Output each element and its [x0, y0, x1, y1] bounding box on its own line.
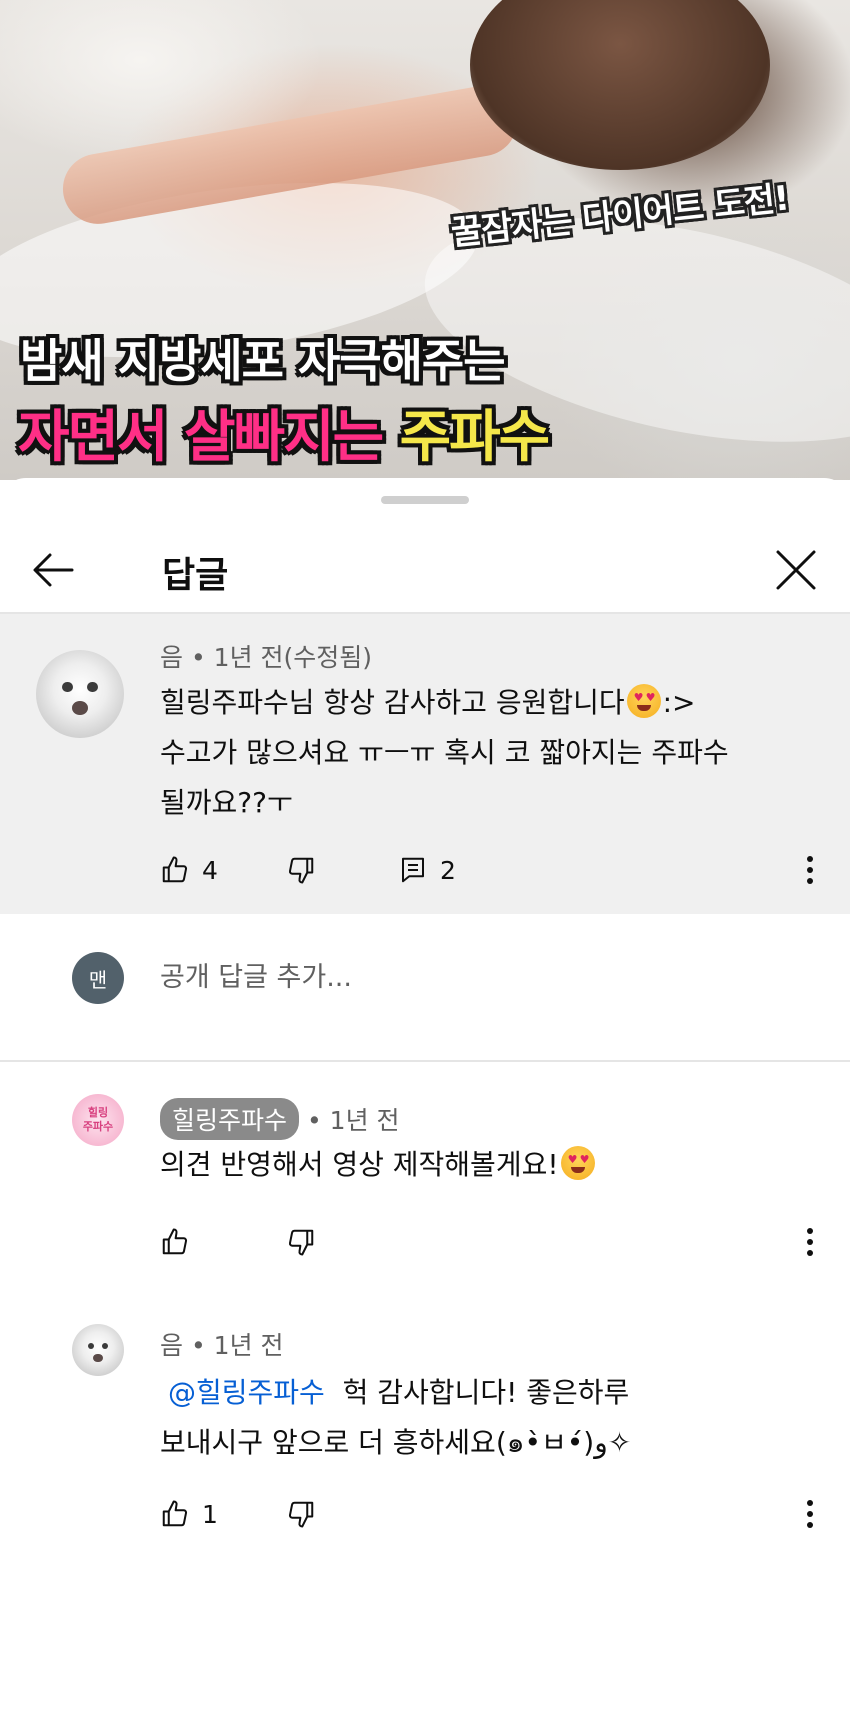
headline-yellow-text: 주파수 [399, 405, 551, 470]
like-count: 4 [202, 855, 218, 885]
drag-handle[interactable] [381, 496, 469, 504]
reply-actions: 1 [160, 1494, 830, 1534]
more-options-button[interactable] [790, 1494, 830, 1534]
avatar[interactable] [36, 650, 124, 738]
avatar-eye [102, 1342, 109, 1349]
separator-dot: • [306, 1106, 322, 1135]
reply-text-content: 의견 반영해서 영상 제작해볼게요! [160, 1148, 559, 1181]
channel-avatar-text: 힐링 주파수 [82, 1106, 114, 1133]
reply-actions [160, 1222, 830, 1262]
thumbs-down-icon [288, 857, 314, 884]
replies-sheet: 답글 음 • 1년 전(수정됨) 힐링주파수님 항상 감사하고 응원합니다 ♥ ♥:… [0, 478, 850, 1724]
channel-avatar[interactable]: 힐링 주파수 [72, 1094, 124, 1146]
sheet-header: 답글 [0, 528, 850, 612]
thumbs-down-icon [288, 1229, 314, 1256]
heart-eyes-emoji-icon: ♥ ♥ [626, 684, 661, 718]
reply-text: 의견 반영해서 영상 제작해볼게요! ♥ ♥ [160, 1140, 597, 1190]
comment-actions: 4 2 [160, 850, 830, 890]
comment-text: 힐링주파수님 항상 감사하고 응원합니다 [160, 686, 625, 719]
separator-dot: • [190, 1331, 206, 1360]
avatar-mouth [93, 1354, 103, 1363]
comment-text-line: 수고가 많으셔요 ㅠㅡㅠ 혹시 코 짧아지는 주파수 [160, 736, 729, 769]
comment-meta: 음 • 1년 전(수정됨) [160, 638, 372, 674]
close-button[interactable] [764, 538, 828, 602]
parent-comment: 음 • 1년 전(수정됨) 힐링주파수님 항상 감사하고 응원합니다 ♥ ♥:> 수… [0, 614, 850, 914]
heart-eyes-emoji-icon: ♥ ♥ [560, 1146, 595, 1180]
dislike-button[interactable] [286, 1494, 316, 1534]
like-button[interactable]: 1 [160, 1494, 218, 1534]
reply-meta: 힐링주파수 • 1년 전 [160, 1098, 400, 1140]
reply-text-line: 보내시구 앞으로 더 흥하세요(๑•̀ㅂ•́)و✧ [160, 1426, 632, 1459]
comment-icon [402, 857, 424, 883]
my-avatar[interactable]: 맨 [72, 952, 124, 1004]
avatar-mouth [72, 701, 88, 716]
channel-author-badge[interactable]: 힐링주파수 [160, 1098, 300, 1140]
more-vert-icon [807, 1500, 813, 1528]
reply-time: 1년 전 [329, 1106, 400, 1135]
reply-author[interactable]: 음 [160, 1331, 183, 1360]
reply-count: 2 [440, 855, 456, 885]
like-button[interactable] [160, 1222, 190, 1262]
headline-pink-text: 자면서 살빠지는 [18, 405, 384, 470]
hair-shape [470, 0, 770, 170]
thumbs-up-icon [162, 1500, 188, 1527]
avatar-eye [87, 681, 98, 693]
dislike-button[interactable] [286, 850, 316, 890]
reply-input[interactable]: 공개 답글 추가... [160, 952, 760, 1004]
dislike-button[interactable] [286, 1222, 316, 1262]
comment-text-line: 될까요??ㅜ [160, 786, 293, 819]
close-icon [776, 550, 816, 590]
comment-author[interactable]: 음 [160, 643, 183, 672]
avatar-eye [62, 681, 73, 693]
avatar-eye [87, 1342, 94, 1349]
video-player[interactable]: 꿀잠자는 다이어트 도전! 밤새 지방세포 자극해주는 자면서 살빠지는 주파수 [0, 0, 850, 480]
more-vert-icon [807, 856, 813, 884]
video-headline-line1: 밤새 지방세포 자극해주는 [20, 334, 506, 388]
more-options-button[interactable] [790, 1222, 830, 1262]
input-divider [0, 1060, 850, 1062]
comment-text-line: 힐링주파수님 항상 감사하고 응원합니다 ♥ ♥:> [160, 678, 696, 728]
like-count: 1 [202, 1499, 218, 1529]
comment-time: 1년 전(수정됨) [213, 643, 373, 672]
reply-text-line: @힐링주파수 헉 감사합니다! 좋은하루 [168, 1368, 629, 1418]
thumbs-up-icon [162, 856, 188, 883]
comment-text: :> [662, 686, 696, 719]
avatar[interactable] [72, 1324, 124, 1376]
reply-text-content: 헉 감사합니다! 좋은하루 [342, 1376, 630, 1409]
reply-time: 1년 전 [213, 1331, 284, 1360]
back-button[interactable] [22, 538, 86, 602]
thumbs-down-icon [288, 1501, 314, 1528]
arrow-left-icon [33, 553, 74, 587]
sheet-title: 답글 [162, 555, 229, 596]
separator-dot: • [190, 643, 206, 672]
thumbs-up-icon [162, 1228, 188, 1255]
video-headline-line2: 자면서 살빠지는 주파수 [18, 392, 551, 473]
like-button[interactable]: 4 [160, 850, 218, 890]
mention-link[interactable]: @힐링주파수 [168, 1376, 325, 1409]
reply-meta: 음 • 1년 전 [160, 1326, 284, 1362]
more-options-button[interactable] [790, 850, 830, 890]
more-vert-icon [807, 1228, 813, 1256]
reply-input-row: 맨 공개 답글 추가... [0, 914, 850, 1040]
reply-button[interactable]: 2 [398, 850, 456, 890]
